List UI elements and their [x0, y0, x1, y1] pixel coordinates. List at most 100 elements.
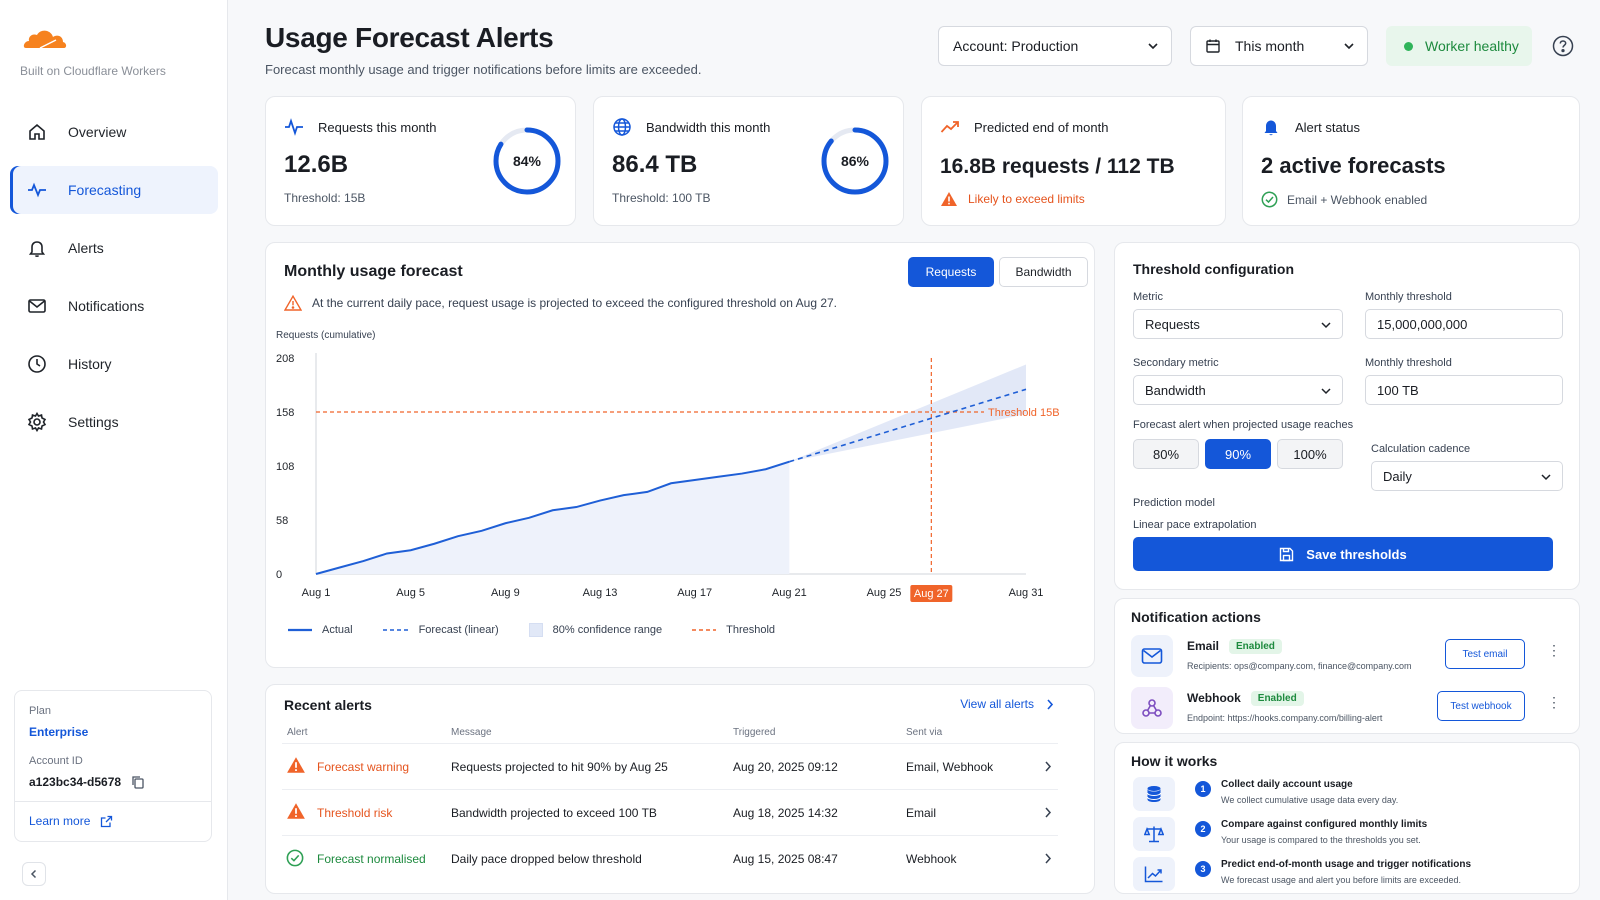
metric-label: Metric — [1133, 291, 1163, 303]
legend-label: Forecast (linear) — [418, 624, 499, 636]
chart-legend: Actual Forecast (linear) 80% confidence … — [288, 623, 805, 637]
alert-triggered: Aug 20, 2025 09:12 — [733, 760, 838, 774]
toggle-requests[interactable]: Requests — [908, 257, 994, 287]
forecast-title: Monthly usage forecast — [284, 263, 463, 280]
collapse-sidebar-button[interactable] — [22, 862, 46, 886]
monthly-threshold-input[interactable]: 15,000,000,000 — [1365, 309, 1563, 339]
save-thresholds-label: Save thresholds — [1306, 546, 1407, 562]
how-it-works-card: How it works 1 Collect daily account usa… — [1114, 742, 1580, 894]
cloudflare-logo[interactable] — [20, 26, 68, 55]
cadence-select-value: Daily — [1383, 468, 1412, 484]
sidebar-item-label: Alerts — [68, 240, 104, 256]
alert-message: Bandwidth projected to exceed 100 TB — [451, 806, 657, 820]
view-all-label: View all alerts — [960, 697, 1034, 711]
toggle-bandwidth[interactable]: Bandwidth — [999, 257, 1088, 287]
account-select[interactable]: Account: Production — [938, 26, 1172, 66]
monthly-threshold-label-2: Monthly threshold — [1365, 357, 1452, 369]
sidebar-item-settings[interactable]: Settings — [10, 398, 218, 446]
more-options-icon[interactable]: ⋮ — [1547, 642, 1561, 659]
email-recipients: Recipients: ops@company.com, finance@com… — [1187, 661, 1412, 671]
x-tick-label: Aug 25 — [867, 587, 902, 599]
prediction-model-value: Linear pace extrapolation — [1133, 519, 1257, 531]
account-select-value: Account: Production — [953, 38, 1079, 54]
percent-option-100[interactable]: 100% — [1277, 439, 1343, 469]
chevron-down-icon — [1321, 388, 1331, 395]
sidebar: Built on Cloudflare Workers Overview For… — [0, 0, 228, 900]
step-number: 2 — [1195, 821, 1211, 837]
warning-icon — [286, 756, 306, 777]
chart-trend-icon — [1133, 857, 1175, 891]
kpi-note: Email + Webhook enabled — [1261, 191, 1427, 208]
view-all-alerts-link[interactable]: View all alerts — [960, 697, 1054, 711]
status-dot — [1404, 41, 1413, 51]
notification-actions-title: Notification actions — [1131, 609, 1261, 625]
cadence-select[interactable]: Daily — [1371, 461, 1563, 491]
threshold-config-title: Threshold configuration — [1133, 261, 1294, 277]
sidebar-item-history[interactable]: History — [10, 340, 218, 388]
recent-alerts-card: Recent alerts View all alerts Alert Mess… — [265, 684, 1095, 894]
step-title: Compare against configured monthly limit… — [1221, 819, 1428, 830]
trending-up-icon — [940, 117, 960, 137]
x-tick-label: Aug 1 — [302, 587, 331, 599]
step-number: 3 — [1195, 861, 1211, 877]
cadence-label: Calculation cadence — [1371, 443, 1471, 455]
forecast-card: Monthly usage forecast Requests Bandwidt… — [265, 242, 1095, 668]
home-icon — [26, 121, 48, 143]
how-it-works-title: How it works — [1131, 753, 1218, 769]
period-select[interactable]: This month — [1190, 26, 1368, 66]
column-header: Sent via — [906, 727, 943, 738]
legend-label: 80% confidence range — [552, 624, 663, 636]
check-circle-icon — [1261, 191, 1278, 208]
kpi-warning: Likely to exceed limits — [940, 191, 1085, 207]
kpi-label: Bandwidth this month — [646, 119, 771, 135]
save-thresholds-button[interactable]: Save thresholds — [1133, 537, 1553, 571]
learn-more-link[interactable]: Learn more — [29, 814, 197, 828]
sidebar-item-label: History — [68, 356, 112, 372]
kpi-card-requests: Requests this month 12.6B Threshold: 15B… — [265, 96, 576, 226]
alert-name: Threshold risk — [317, 806, 393, 820]
sidebar-item-alerts[interactable]: Alerts — [10, 224, 218, 272]
forecast-warning-text: At the current daily pace, request usage… — [312, 296, 838, 310]
percent-option-80[interactable]: 80% — [1133, 439, 1199, 469]
kpi-header: Requests this month — [284, 117, 437, 137]
test-email-button[interactable]: Test email — [1445, 639, 1525, 669]
threshold-label: Threshold 15B — [988, 407, 1060, 419]
brand-caption: Built on Cloudflare Workers — [20, 64, 166, 78]
percent-option-90[interactable]: 90% — [1205, 439, 1271, 469]
table-row[interactable]: Threshold risk Bandwidth projected to ex… — [282, 789, 1058, 835]
alert-sent-via: Webhook — [906, 852, 957, 866]
sidebar-item-overview[interactable]: Overview — [10, 108, 218, 156]
kpi-label: Requests this month — [318, 119, 437, 135]
chevron-right-icon — [1045, 761, 1052, 772]
secondary-threshold-input[interactable]: 100 TB — [1365, 375, 1563, 405]
step-description: Your usage is compared to the thresholds… — [1221, 835, 1421, 845]
more-options-icon[interactable]: ⋮ — [1547, 694, 1561, 711]
secondary-metric-select[interactable]: Bandwidth — [1133, 375, 1343, 405]
notification-actions-card: Notification actions Email Enabled Recipi… — [1114, 598, 1580, 734]
webhook-endpoint: Endpoint: https://hooks.company.com/bill… — [1187, 713, 1383, 723]
secondary-metric-label: Secondary metric — [1133, 357, 1219, 369]
legend-label: Threshold — [726, 624, 776, 636]
kpi-value: 12.6B — [284, 151, 349, 178]
sidebar-item-notifications[interactable]: Notifications — [10, 282, 218, 330]
email-channel: Email Enabled — [1187, 639, 1282, 654]
webhook-channel: Webhook Enabled — [1187, 691, 1304, 706]
step-title: Predict end-of-month usage and trigger n… — [1221, 859, 1472, 870]
help-icon[interactable] — [1552, 35, 1574, 62]
warning-icon — [286, 802, 306, 823]
period-select-value: This month — [1235, 38, 1305, 54]
x-tick-label: Aug 31 — [1009, 587, 1044, 599]
plan-label: Plan — [29, 705, 52, 717]
kpi-value: 2 active forecasts — [1261, 153, 1446, 178]
table-row[interactable]: Forecast warning Requests projected to h… — [282, 743, 1058, 789]
chevron-left-icon — [30, 869, 37, 879]
secondary-metric-value: Bandwidth — [1145, 382, 1206, 398]
sidebar-item-forecasting[interactable]: Forecasting — [10, 166, 218, 214]
step-description: We collect cumulative usage data every d… — [1221, 795, 1399, 805]
metric-select[interactable]: Requests — [1133, 309, 1343, 339]
test-webhook-button[interactable]: Test webhook — [1437, 691, 1525, 721]
copy-icon[interactable] — [131, 775, 145, 789]
plan-value[interactable]: Enterprise — [29, 725, 197, 739]
table-row[interactable]: Forecast normalised Daily pace dropped b… — [282, 835, 1058, 881]
database-icon — [1133, 777, 1175, 811]
